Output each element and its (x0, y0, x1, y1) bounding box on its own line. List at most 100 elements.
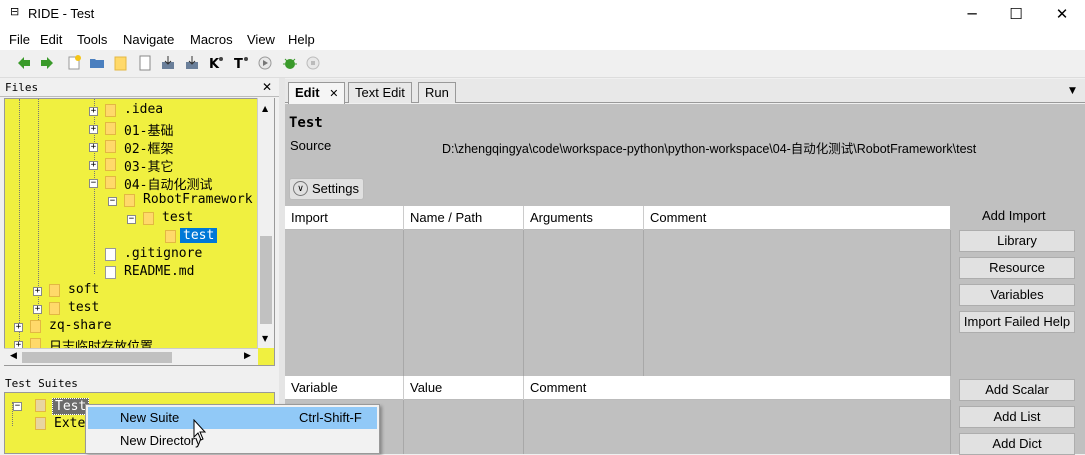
import-failed-help-button[interactable]: Import Failed Help (959, 311, 1075, 333)
toolbar: K T (0, 50, 1085, 78)
expand-icon[interactable]: + (89, 125, 98, 134)
collapse-icon[interactable]: − (89, 179, 98, 188)
debug-bug-icon[interactable] (282, 55, 298, 71)
window-title: RIDE - Test (28, 6, 95, 21)
grid-line (523, 400, 524, 454)
menu-tools[interactable]: Tools (77, 32, 107, 47)
files-tree: + .idea + 01-基础 + 02-框架 + 03-其它 − 04-自动化… (4, 98, 275, 366)
scroll-up-icon[interactable]: ▲ (262, 104, 268, 113)
resource-button[interactable]: Resource (959, 257, 1075, 279)
save-all-icon[interactable] (184, 55, 200, 71)
suite-icon (35, 399, 46, 412)
scroll-thumb[interactable] (260, 236, 272, 324)
menu-help[interactable]: Help (288, 32, 315, 47)
expand-icon[interactable]: + (14, 323, 23, 332)
column-header[interactable]: Comment (644, 206, 950, 230)
tab-close-icon[interactable]: ✕ (329, 88, 338, 100)
folder-icon (105, 104, 116, 117)
expand-icon[interactable]: + (33, 305, 42, 314)
folder-icon (143, 212, 154, 225)
menu-item-new-suite[interactable]: New Suite Ctrl-Shift-F (88, 407, 377, 429)
grid-line (950, 400, 951, 454)
scroll-thumb[interactable] (22, 352, 172, 363)
menu-navigate[interactable]: Navigate (123, 32, 174, 47)
tree-item-label: RobotFramework (143, 192, 253, 207)
import-grid-header: Import Name / Path Arguments Comment (285, 206, 950, 230)
back-arrow-icon[interactable] (16, 55, 32, 71)
suites-pane-title: Test Suites (5, 377, 78, 390)
tab-dropdown-icon[interactable]: ▼ (1069, 86, 1076, 96)
add-dict-button[interactable]: Add Dict (959, 433, 1075, 455)
tree-item-label: 03-其它 (124, 160, 174, 175)
expand-icon[interactable]: + (33, 287, 42, 296)
column-header[interactable]: Comment (524, 376, 950, 400)
tab-run[interactable]: Run (418, 82, 456, 103)
new-file-icon[interactable] (137, 55, 153, 71)
tree-item-label: .gitignore (124, 246, 203, 261)
collapse-icon[interactable]: − (108, 197, 117, 206)
tab-run-label: Run (425, 85, 449, 100)
add-scalar-button[interactable]: Add Scalar (959, 379, 1075, 401)
folder-icon (49, 302, 60, 315)
tree-item-label: test (162, 210, 194, 225)
expand-icon[interactable]: + (89, 161, 98, 170)
minimize-button[interactable]: ─ (949, 0, 995, 30)
close-button[interactable]: ✕ (1039, 0, 1085, 30)
run-icon[interactable] (257, 55, 273, 71)
tree-item-label: zq-share (49, 318, 112, 333)
title-bar: ⊟ RIDE - Test ─ ☐ ✕ (0, 0, 1085, 30)
column-header[interactable]: Variable (285, 376, 404, 400)
context-menu: New Suite Ctrl-Shift-F New Directory (85, 404, 380, 454)
app-icon: ⊟ (10, 5, 20, 18)
test-tags-icon[interactable]: T (233, 55, 249, 71)
menu-edit[interactable]: Edit (40, 32, 62, 47)
add-import-label: Add Import (982, 208, 1046, 223)
save-icon[interactable] (160, 55, 176, 71)
tree-item-label: soft (68, 282, 100, 297)
library-button[interactable]: Library (959, 230, 1075, 252)
editor-tab-strip: Edit ✕ Text Edit Run ▼ (285, 79, 1085, 104)
files-horizontal-scrollbar[interactable]: ◀ ▶ (4, 348, 258, 365)
settings-toggle-button[interactable]: ∨ Settings (289, 178, 364, 200)
menu-item-new-directory[interactable]: New Directory (88, 430, 377, 452)
collapse-icon[interactable]: − (13, 402, 22, 411)
scroll-down-icon[interactable]: ▼ (262, 334, 268, 343)
variables-button[interactable]: Variables (959, 284, 1075, 306)
folder-icon (105, 122, 116, 135)
column-header[interactable]: Import (285, 206, 404, 230)
tab-text-edit[interactable]: Text Edit (348, 82, 412, 103)
column-header[interactable]: Name / Path (404, 206, 524, 230)
tab-edit[interactable]: Edit ✕ (288, 82, 346, 104)
scroll-left-icon[interactable]: ◀ (10, 351, 17, 361)
menu-bar: File Edit Tools Navigate Macros View Hel… (0, 30, 1085, 50)
open-folder-icon[interactable] (89, 55, 105, 71)
add-list-button[interactable]: Add List (959, 406, 1075, 428)
suite-item-selected[interactable]: Test (52, 398, 90, 415)
expand-icon[interactable]: + (89, 143, 98, 152)
grid-line (950, 230, 951, 376)
forward-arrow-icon[interactable] (39, 55, 55, 71)
scroll-right-icon[interactable]: ▶ (244, 351, 251, 361)
stop-icon[interactable] (305, 55, 321, 71)
tree-item-label: .idea (124, 102, 164, 117)
suite-item[interactable]: Exte (54, 416, 85, 431)
file-icon (105, 248, 116, 261)
open-directory-icon[interactable] (113, 55, 129, 71)
menu-file[interactable]: File (9, 32, 30, 47)
maximize-button[interactable]: ☐ (993, 0, 1039, 30)
expand-icon[interactable]: + (89, 107, 98, 116)
tree-item-label: test (68, 300, 100, 315)
folder-icon (165, 230, 176, 243)
keyword-search-icon[interactable]: K (208, 55, 224, 71)
files-pane-close-icon[interactable]: ✕ (262, 80, 272, 94)
column-header[interactable]: Arguments (524, 206, 644, 230)
mouse-cursor-icon (193, 419, 207, 441)
new-project-icon[interactable] (66, 55, 82, 71)
suite-icon (35, 417, 46, 430)
files-pane-header: Files ✕ (0, 79, 279, 97)
files-vertical-scrollbar[interactable]: ▲ ▼ (257, 98, 274, 348)
collapse-icon[interactable]: − (127, 215, 136, 224)
column-header[interactable]: Value (404, 376, 524, 400)
menu-macros[interactable]: Macros (190, 32, 233, 47)
menu-view[interactable]: View (247, 32, 275, 47)
